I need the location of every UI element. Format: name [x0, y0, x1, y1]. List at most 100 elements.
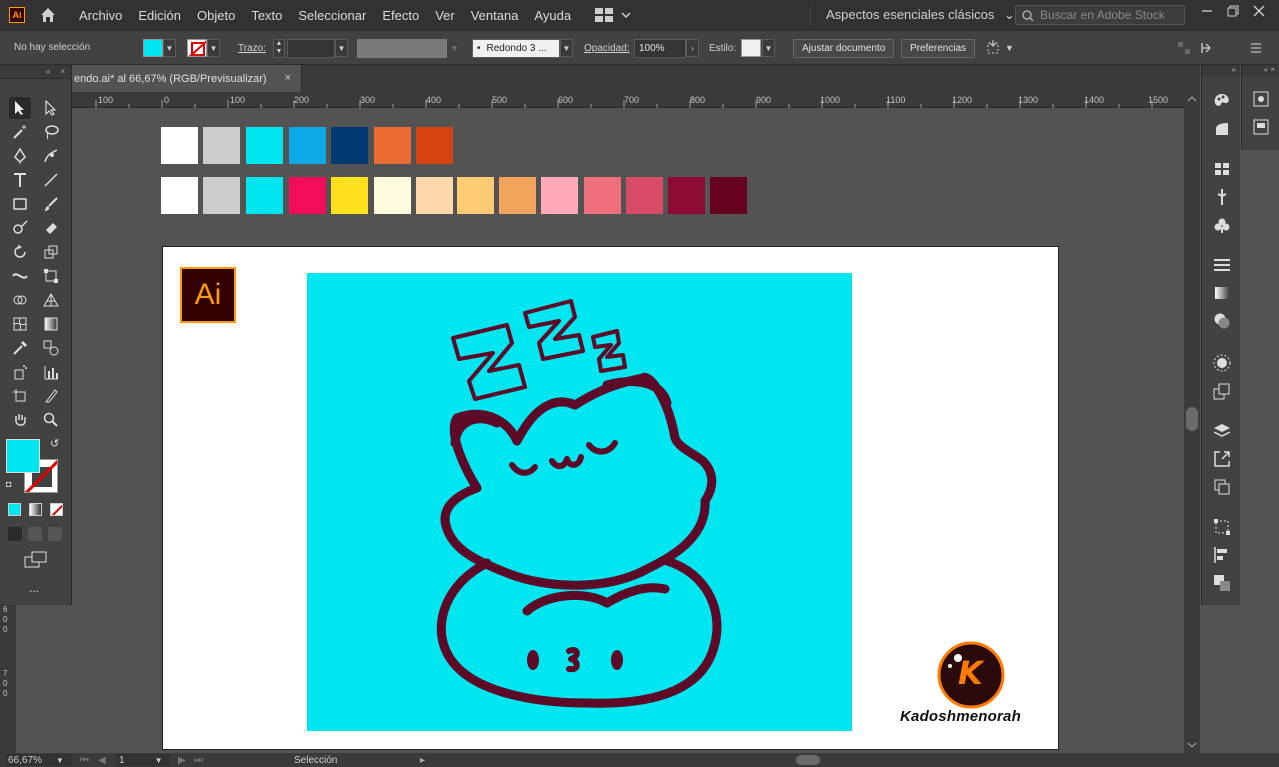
- menu-ayuda[interactable]: Ayuda: [534, 8, 571, 23]
- menu-texto[interactable]: Texto: [251, 8, 282, 23]
- fill-swatch[interactable]: [6, 439, 40, 473]
- default-colors-icon[interactable]: ◘: [6, 479, 11, 489]
- menu-edicion[interactable]: Edición: [138, 8, 181, 23]
- color-swatch[interactable]: [246, 177, 283, 214]
- panel-header[interactable]: «: [1202, 65, 1240, 77]
- panel-header[interactable]: «×: [0, 65, 71, 79]
- close-icon[interactable]: [1253, 5, 1265, 17]
- stock-search-input[interactable]: Buscar en Adobe Stock: [1015, 5, 1185, 25]
- paintbrush-icon[interactable]: [40, 193, 62, 215]
- screen-mode-icon[interactable]: [24, 551, 48, 569]
- workspace-selector[interactable]: Aspectos esenciales clásicos ⌄: [826, 7, 1015, 23]
- pen-icon[interactable]: [9, 145, 31, 167]
- panel-header[interactable]: « ×: [1242, 65, 1279, 77]
- color-swatch[interactable]: [161, 127, 198, 164]
- color-swatch[interactable]: [416, 177, 453, 214]
- sleeping-cat-illustration[interactable]: [307, 273, 852, 731]
- symbols-icon[interactable]: [1212, 215, 1232, 235]
- scale-icon[interactable]: [40, 241, 62, 263]
- color-swatch[interactable]: [374, 127, 411, 164]
- color-mode-button[interactable]: [8, 503, 21, 516]
- color-swatch[interactable]: [457, 177, 494, 214]
- shaper-icon[interactable]: [9, 217, 31, 239]
- draw-normal-icon[interactable]: [8, 527, 22, 541]
- variable-width-profile[interactable]: [357, 39, 447, 58]
- transform-panel-icon[interactable]: [1200, 41, 1218, 55]
- slice-icon[interactable]: [40, 385, 62, 407]
- curvature-icon[interactable]: [40, 145, 62, 167]
- menu-icon[interactable]: [1250, 42, 1262, 54]
- close-icon[interactable]: ×: [60, 67, 65, 76]
- artboard-number-field[interactable]: 1 ▼: [116, 754, 170, 766]
- gradient-panel-icon[interactable]: [1212, 283, 1232, 303]
- column-graph-icon[interactable]: [40, 361, 62, 383]
- color-swatch[interactable]: [203, 177, 240, 214]
- swatches-icon[interactable]: [1212, 159, 1232, 179]
- color-swatch[interactable]: [499, 177, 536, 214]
- draw-behind-icon[interactable]: [28, 527, 42, 541]
- symbol-sprayer-icon[interactable]: [9, 361, 31, 383]
- brushes-icon[interactable]: [1212, 187, 1232, 207]
- vertical-scrollbar[interactable]: [1184, 92, 1200, 753]
- export-icon[interactable]: [1212, 449, 1232, 469]
- menu-efecto[interactable]: Efecto: [382, 8, 419, 23]
- perspective-grid-icon[interactable]: [40, 289, 62, 311]
- stroke-panel-icon[interactable]: [1212, 255, 1232, 275]
- illustrator-logo[interactable]: Ai: [180, 267, 236, 323]
- properties-icon[interactable]: [1251, 117, 1271, 137]
- color-guide-icon[interactable]: [1212, 119, 1232, 139]
- eraser-icon[interactable]: [40, 217, 62, 239]
- arrange-button[interactable]: ▼: [985, 40, 1014, 56]
- more-tools-icon[interactable]: ...: [29, 581, 39, 595]
- draw-inside-icon[interactable]: [48, 527, 62, 541]
- layers-icon[interactable]: [1212, 421, 1232, 441]
- document-tab[interactable]: endo.ai* al 66,67% (RGB/Previsualizar) ×: [72, 65, 302, 92]
- artboards-icon[interactable]: [1212, 477, 1232, 497]
- color-swatch[interactable]: [668, 177, 705, 214]
- menu-objeto[interactable]: Objeto: [197, 8, 235, 23]
- home-icon[interactable]: [39, 6, 57, 24]
- chevron-down-icon[interactable]: ▼: [163, 39, 176, 57]
- chevron-down-icon[interactable]: [1184, 740, 1200, 750]
- swap-icon[interactable]: ↺: [50, 437, 59, 450]
- appearance-icon[interactable]: [1212, 353, 1232, 373]
- libraries-icon[interactable]: [1251, 89, 1271, 109]
- shape-builder-icon[interactable]: [9, 289, 31, 311]
- magic-wand-icon[interactable]: [9, 121, 31, 143]
- color-swatch[interactable]: [246, 127, 283, 164]
- opacity-label[interactable]: Opacidad:: [584, 43, 630, 54]
- menu-archivo[interactable]: Archivo: [79, 8, 122, 23]
- transform-icon[interactable]: [1212, 517, 1232, 537]
- next-artboard-icon[interactable]: ▶: [178, 755, 186, 766]
- mesh-icon[interactable]: [9, 313, 31, 335]
- color-swatch[interactable]: [374, 177, 411, 214]
- hand-icon[interactable]: [9, 409, 31, 431]
- color-swatch[interactable]: [161, 177, 198, 214]
- color-swatch[interactable]: [331, 127, 368, 164]
- none-mode-button[interactable]: [50, 503, 63, 516]
- line-icon[interactable]: [40, 169, 62, 191]
- fill-swatch[interactable]: [143, 39, 163, 57]
- menu-ver[interactable]: Ver: [435, 8, 455, 23]
- zoom-icon[interactable]: [40, 409, 62, 431]
- horizontal-scrollbar[interactable]: [436, 755, 1176, 765]
- chevron-down-icon[interactable]: ▼: [335, 39, 348, 57]
- chevron-right-icon[interactable]: ›: [686, 39, 699, 57]
- fill-stroke-widget[interactable]: ↺ ◘: [6, 437, 62, 493]
- eyedropper-icon[interactable]: [9, 337, 31, 359]
- pathfinder-icon[interactable]: [1212, 573, 1232, 593]
- stroke-weight-field[interactable]: [287, 39, 335, 58]
- color-swatch[interactable]: [584, 177, 621, 214]
- blend-icon[interactable]: [40, 337, 62, 359]
- lasso-icon[interactable]: [40, 121, 62, 143]
- stroke-none-swatch[interactable]: [187, 39, 207, 57]
- zoom-field[interactable]: 66,67% ▼: [6, 754, 72, 766]
- color-swatch[interactable]: [289, 177, 326, 214]
- align-icon[interactable]: [1177, 41, 1191, 55]
- collapse-icon[interactable]: «: [46, 67, 50, 76]
- chevron-up-icon[interactable]: [1184, 94, 1200, 104]
- rectangle-icon[interactable]: [9, 193, 31, 215]
- minimize-icon[interactable]: [1201, 5, 1213, 17]
- scrollbar-thumb[interactable]: [1186, 407, 1198, 431]
- color-swatch[interactable]: [289, 127, 326, 164]
